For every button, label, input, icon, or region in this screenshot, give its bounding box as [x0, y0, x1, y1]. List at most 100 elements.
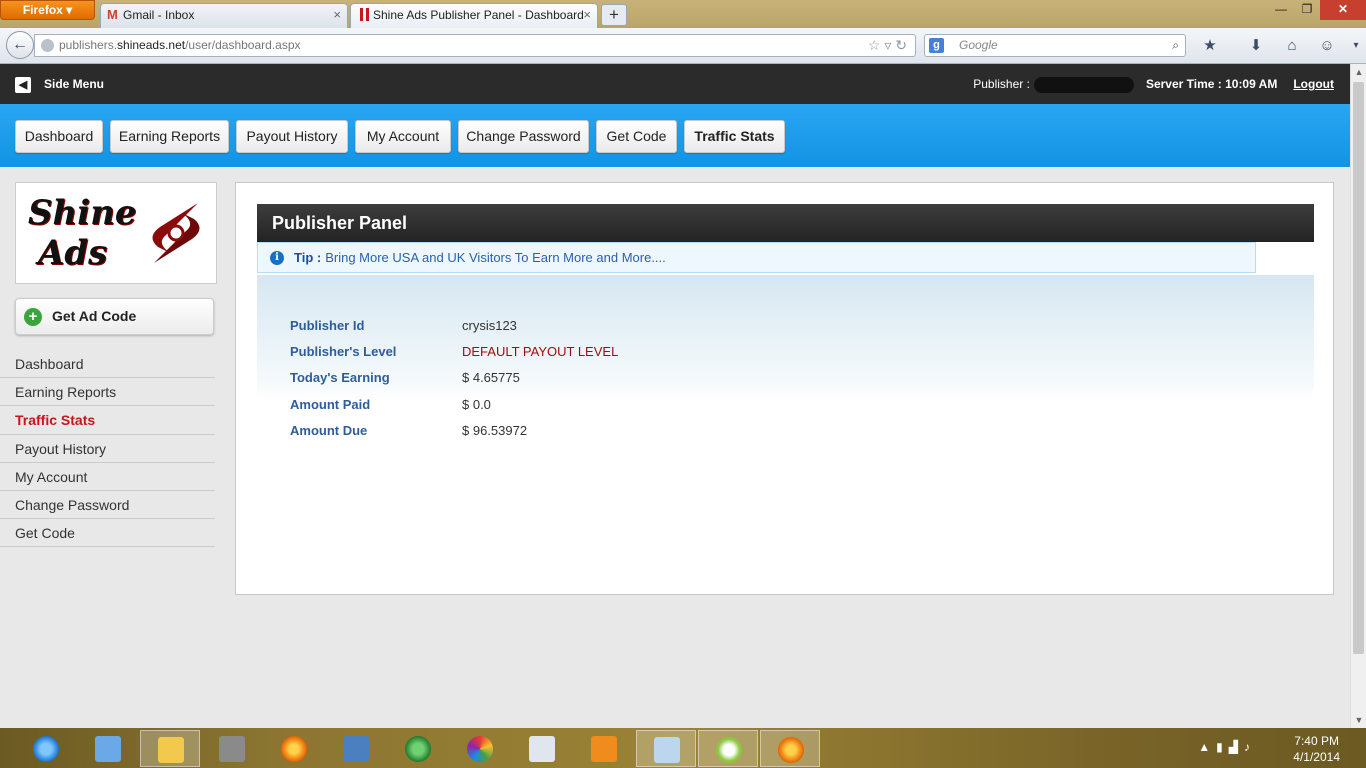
reload-icon[interactable]: ↻ — [895, 37, 907, 53]
menu-dashboard-button[interactable]: Dashboard — [15, 120, 103, 153]
file-explorer-icon — [158, 737, 184, 763]
search-icon[interactable]: ⌕ — [1172, 35, 1179, 56]
media-player-icon — [591, 736, 617, 762]
sidebar-item-traffic-stats[interactable]: Traffic Stats — [0, 406, 215, 435]
get-ad-code-label: Get Ad Code — [52, 308, 137, 324]
scroll-down-icon[interactable]: ▼ — [1351, 712, 1366, 728]
page-scrollbar[interactable]: ▲ ▼ — [1350, 64, 1366, 728]
menu-change-password-button[interactable]: Change Password — [458, 120, 589, 153]
system-tray[interactable]: ▲▮▟♪ — [1198, 740, 1256, 754]
web-page: ◀ Side Menu Publisher : Server Time : 10:0… — [0, 64, 1350, 728]
taskbar-notepad[interactable] — [636, 730, 696, 767]
detail-value: $ 96.53972 — [462, 423, 528, 438]
taskbar-task-manager[interactable] — [512, 730, 572, 767]
volume-icon[interactable]: ♪ — [1244, 740, 1256, 754]
site-identity-icon[interactable] — [41, 39, 54, 52]
tab-gmail[interactable]: M Gmail - Inbox × — [100, 3, 348, 28]
detail-row-publisher-level: Publisher's Level DEFAULT PAYOUT LEVEL — [290, 342, 618, 362]
panel-title: Publisher Panel — [257, 204, 1314, 242]
sidebar-item-dashboard[interactable]: Dashboard — [0, 350, 215, 379]
taskbar-internet-explorer[interactable] — [16, 730, 76, 767]
history-dropdown-icon[interactable]: ▿ — [884, 37, 891, 53]
side-menu-toggle[interactable]: ◀ Side Menu — [15, 76, 104, 93]
get-ad-code-button[interactable]: + Get Ad Code — [15, 298, 214, 335]
detail-value: DEFAULT PAYOUT LEVEL — [462, 344, 619, 359]
plus-icon: + — [24, 308, 42, 326]
menu-my-account-button[interactable]: My Account — [355, 120, 451, 153]
firefox-icon — [281, 736, 307, 762]
sidebar-item-payout-history[interactable]: Payout History — [0, 435, 215, 463]
taskbar-orange-app[interactable] — [698, 730, 758, 767]
close-tab-icon[interactable]: × — [333, 4, 341, 26]
info-icon: i — [270, 251, 284, 265]
taskbar-firefox[interactable] — [264, 730, 324, 767]
taskbar-media-player[interactable] — [574, 730, 634, 767]
scroll-up-icon[interactable]: ▲ — [1351, 64, 1366, 80]
publisher-label: Publisher : — [973, 77, 1030, 91]
url-prefix: publishers. — [59, 38, 118, 52]
sidebar-item-my-account[interactable]: My Account — [0, 463, 215, 491]
taskbar-download-manager[interactable] — [388, 730, 448, 767]
app-grid-icon — [219, 736, 245, 762]
minimize-icon[interactable]: — — [1268, 0, 1294, 20]
taskbar-app-grid[interactable] — [202, 730, 262, 767]
publisher-info: Publisher : Server Time : 10:09 AM Logout — [973, 76, 1334, 93]
address-bar[interactable]: publishers.shineads.net/user/dashboard.a… — [34, 34, 916, 57]
sidebar-item-change-password[interactable]: Change Password — [0, 491, 215, 520]
redacted-publisher-name — [1033, 76, 1134, 93]
addon-icon[interactable]: ☺ — [1317, 36, 1337, 56]
scrollbar-thumb[interactable] — [1353, 82, 1364, 654]
overflow-chevron-icon[interactable]: ▾ — [1346, 36, 1366, 56]
detail-label: Amount Paid — [290, 397, 371, 412]
system-clock[interactable]: 7:40 PM 4/1/2014 — [1293, 733, 1340, 765]
sidebar-nav: Dashboard Earning Reports Traffic Stats … — [0, 350, 215, 548]
publisher-details: Publisher Id crysis123 Publisher's Level D… — [257, 275, 1314, 475]
orange-app-icon — [716, 737, 742, 763]
restore-icon[interactable]: ❐ — [1294, 0, 1320, 20]
taskbar-firefox-active[interactable] — [760, 730, 820, 767]
bookmarks-icon[interactable]: ★ — [1200, 36, 1220, 56]
google-engine-icon[interactable]: g — [929, 38, 944, 53]
sidebar-item-get-code[interactable]: Get Code — [0, 519, 215, 548]
detail-row-todays-earning: Today's Earning $ 4.65775 — [290, 368, 520, 388]
close-tab-icon[interactable]: × — [583, 4, 591, 26]
downloads-icon[interactable]: ⬇ — [1246, 36, 1266, 56]
picasa-icon — [467, 736, 493, 762]
tip-text: Bring More USA and UK Visitors To Earn M… — [325, 250, 666, 265]
logo-swirl-icon — [152, 203, 200, 263]
main-panel: Publisher Panel i Tip : Bring More USA an… — [235, 182, 1334, 595]
taskbar-file-explorer[interactable] — [140, 730, 200, 767]
notepad-icon — [654, 737, 680, 763]
shineads-favicon-icon — [360, 8, 369, 21]
menu-payout-history-button[interactable]: Payout History — [236, 120, 348, 153]
menu-earning-reports-button[interactable]: Earning Reports — [110, 120, 229, 153]
menu-traffic-stats-button[interactable]: Traffic Stats — [684, 120, 785, 153]
detail-value: crysis123 — [462, 318, 517, 333]
firefox-menu-label: Firefox — [22, 3, 63, 17]
clock-date: 4/1/2014 — [1293, 750, 1340, 764]
detail-label: Publisher's Level — [290, 344, 397, 359]
new-tab-button[interactable]: + — [601, 4, 627, 26]
server-time: Server Time : 10:09 AM — [1145, 77, 1278, 91]
home-icon[interactable]: ⌂ — [1282, 36, 1302, 56]
taskbar-control-panel[interactable] — [78, 730, 138, 767]
gmail-icon: M — [107, 7, 118, 22]
url-path: /user/dashboard.aspx — [185, 38, 301, 52]
shineads-logo[interactable]: Shine Ads — [15, 182, 217, 284]
chevron-left-icon: ◀ — [15, 77, 31, 93]
tab-dashboard[interactable]: Shine Ads Publisher Panel - Dashboard × — [350, 3, 598, 28]
logout-link[interactable]: Logout — [1293, 77, 1334, 91]
back-button[interactable]: ← — [6, 31, 34, 59]
close-window-icon[interactable]: ✕ — [1320, 0, 1366, 20]
network-icon[interactable]: ▟ — [1229, 740, 1244, 754]
taskbar-remote-desktop[interactable] — [326, 730, 386, 767]
tray-chevron-icon[interactable]: ▲ — [1198, 740, 1216, 754]
sidebar-item-earning-reports[interactable]: Earning Reports — [0, 378, 215, 407]
firefox-menu-button[interactable]: Firefox ▾ — [0, 0, 95, 20]
bookmark-star-icon[interactable]: ☆ — [868, 37, 881, 53]
battery-icon[interactable]: ▮ — [1216, 740, 1229, 754]
search-box[interactable]: g Google ⌕ — [924, 34, 1186, 57]
menu-get-code-button[interactable]: Get Code — [596, 120, 677, 153]
detail-value: $ 0.0 — [462, 397, 491, 412]
taskbar-picasa[interactable] — [450, 730, 510, 767]
